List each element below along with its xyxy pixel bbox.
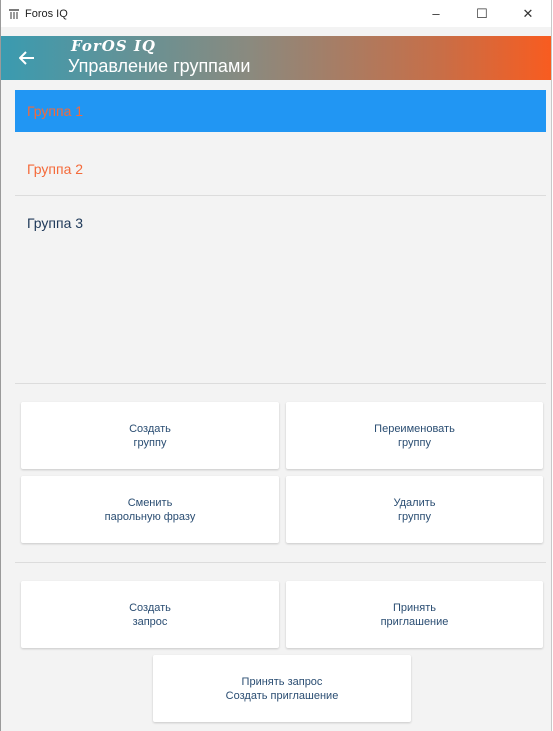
app-header: ForOS IQ Управление группами <box>1 36 551 80</box>
group-item-2[interactable]: Группа 2 <box>15 143 546 196</box>
brand-logo: ForOS IQ <box>71 37 156 55</box>
accept-invitation-button[interactable]: Принять приглашение <box>286 581 543 648</box>
delete-group-button[interactable]: Удалить группу <box>286 476 543 543</box>
page-title: Управление группами <box>68 56 251 76</box>
app-icon <box>9 8 19 19</box>
close-button[interactable]: ✕ <box>505 0 551 27</box>
accept-request-create-invitation-button[interactable]: Принять запрос Создать приглашение <box>153 655 411 722</box>
divider <box>15 562 546 563</box>
maximize-button[interactable]: ☐ <box>459 0 505 27</box>
minimize-button[interactable]: – <box>413 0 459 27</box>
title-bar: Foros IQ – ☐ ✕ <box>1 0 551 27</box>
group-item-3[interactable]: Группа 3 <box>15 196 546 249</box>
create-group-button[interactable]: Создать группу <box>21 402 279 469</box>
group-item-1[interactable]: Группа 1 <box>15 90 546 132</box>
back-button[interactable] <box>15 47 39 69</box>
create-request-button[interactable]: Создать запрос <box>21 581 279 648</box>
arrow-left-icon <box>19 51 34 65</box>
divider <box>15 383 546 384</box>
window-title: Foros IQ <box>25 7 68 20</box>
app-window: Foros IQ – ☐ ✕ ForOS IQ Управление групп… <box>0 0 552 731</box>
rename-group-button[interactable]: Переименовать группу <box>286 402 543 469</box>
group-list: Группа 1 Группа 2 Группа 3 <box>15 90 546 249</box>
change-passphrase-button[interactable]: Сменить парольную фразу <box>21 476 279 543</box>
